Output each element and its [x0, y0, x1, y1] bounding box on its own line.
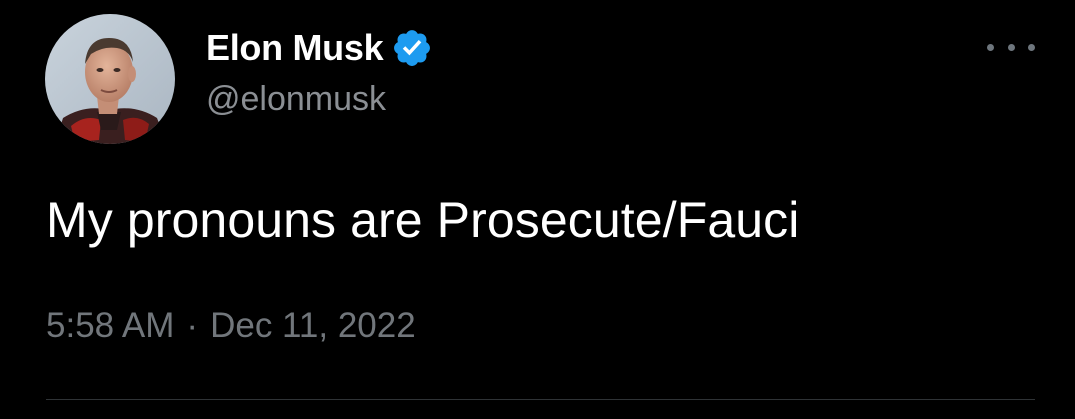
divider: [46, 399, 1035, 400]
verified-badge-icon: [391, 27, 433, 69]
tweet-date-link[interactable]: Dec 11, 2022: [210, 306, 416, 346]
tweet-text: My pronouns are Prosecute/Fauci: [46, 192, 800, 248]
more-horizontal-icon-dot: [1028, 43, 1035, 51]
profile-photo-icon: [45, 14, 175, 144]
more-options-button[interactable]: [987, 32, 1035, 62]
tweet-time-link[interactable]: 5:58 AM: [46, 306, 174, 346]
display-name[interactable]: Elon Musk: [206, 27, 384, 69]
tweet-timestamp: 5:58 AM · Dec 11, 2022: [46, 306, 416, 346]
more-horizontal-icon: [987, 43, 994, 51]
more-horizontal-icon-dot: [1007, 43, 1015, 51]
timestamp-separator: ·: [186, 306, 199, 345]
avatar[interactable]: [45, 14, 175, 144]
author-handle[interactable]: @elonmusk: [206, 80, 386, 119]
author-name-row: Elon Musk: [206, 26, 433, 70]
tweet: Elon Musk @elonmusk My pronouns are Pros…: [0, 0, 1075, 419]
